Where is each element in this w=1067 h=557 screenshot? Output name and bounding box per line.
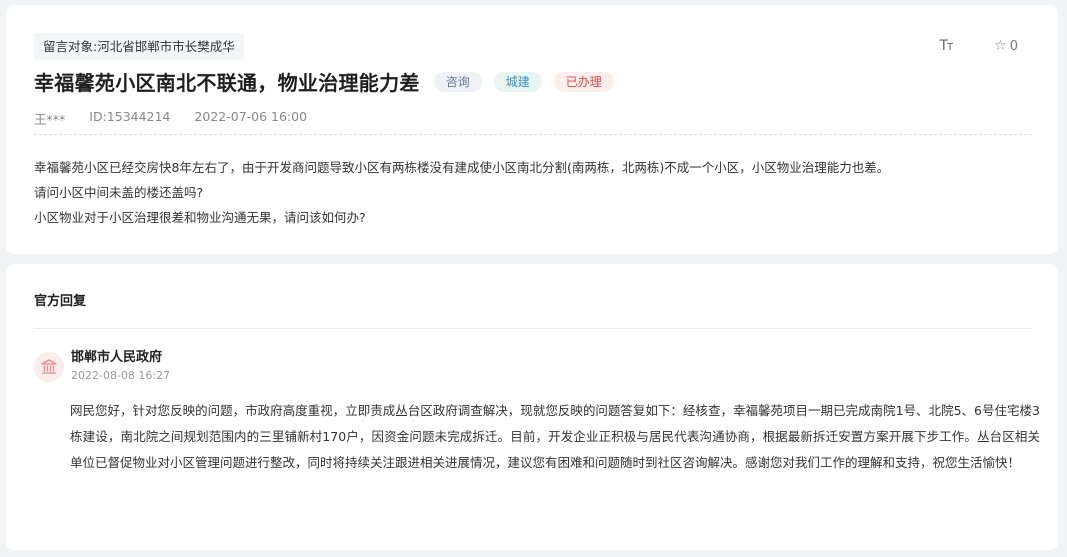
official-reply-card: 官方回复 邯郸市人民政府 2022-08-08 16:27 网民您好，针对您反映… (6, 264, 1058, 550)
message-id: ID:15344214 (89, 109, 171, 124)
message-title: 幸福馨苑小区南北不联通，物业治理能力差 (34, 71, 420, 95)
org-info: 邯郸市人民政府 2022-08-08 16:27 (71, 350, 170, 383)
star-icon: ☆ (994, 38, 1007, 54)
reply-date: 2022-08-08 16:27 (71, 369, 171, 382)
toolbar: TT ☆ 0 (939, 38, 1018, 54)
content-line: 小区物业对于小区治理很差和物业沟通无果，请问该如何办? (34, 210, 366, 225)
message-datetime: 2022-07-06 16:00 (194, 109, 308, 124)
reply-content: 网民您好，针对您反映的问题，市政府高度重视，立即责成丛台区政府调查解决，现就您反… (70, 403, 1040, 470)
content-line: 请问小区中间未盖的楼还盖吗? (34, 185, 204, 200)
reply-divider (34, 328, 1032, 329)
government-building-icon (41, 358, 57, 374)
favorite-button[interactable]: ☆ 0 (994, 38, 1018, 54)
content-line: 幸福馨苑小区已经交房快8年左右了，由于开发商问题导致小区有两栋楼没有建成使小区南… (34, 160, 890, 175)
status-badge: 已办理 (553, 71, 614, 92)
message-card: 留言对象: 河北省邯郸市市长樊成华 TT ☆ 0 幸福馨苑小区南北不联通，物业治… (6, 5, 1058, 254)
font-size-icon: TT (939, 38, 953, 54)
reply-org: 邯郸市人民政府 2022-08-08 16:27 (34, 350, 170, 383)
message-meta: 王*** ID:15344214 2022-07-06 16:00 (34, 109, 307, 128)
reply-heading: 官方回复 (34, 294, 87, 309)
message-target-label: 留言对象: (43, 39, 98, 54)
favorite-count: 0 (1009, 38, 1018, 54)
title-row: 幸福馨苑小区南北不联通，物业治理能力差 咨询 城建 已办理 (34, 67, 614, 96)
message-content: 幸福馨苑小区已经交房快8年左右了，由于开发商问题导致小区有两栋楼没有建成使小区南… (34, 155, 889, 230)
avatar (34, 351, 64, 382)
tag-type: 咨询 (433, 71, 482, 92)
message-author: 王*** (34, 112, 66, 127)
org-name: 邯郸市人民政府 (71, 350, 163, 365)
tag-department: 城建 (493, 71, 542, 92)
message-target-value: 河北省邯郸市市长樊成华 (97, 39, 235, 54)
font-size-button[interactable]: TT (939, 38, 953, 54)
meta-divider (34, 134, 1032, 135)
message-target: 留言对象: 河北省邯郸市市长樊成华 (34, 33, 244, 60)
